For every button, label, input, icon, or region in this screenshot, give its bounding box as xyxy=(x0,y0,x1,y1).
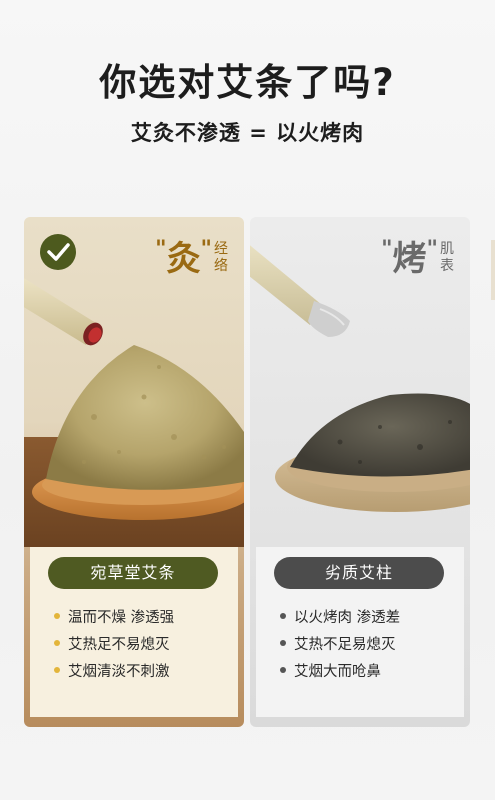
bad-tag-char: 烤 xyxy=(392,239,427,279)
good-info-panel: 宛草堂艾条 温而不燥 渗透强 艾热足不易熄灭 艾烟清淡不刺激 xyxy=(30,547,238,717)
bad-feature-list: 以火烤肉 渗透差 艾热不足易熄灭 艾烟大而呛鼻 xyxy=(280,605,400,686)
moxa-powder-pile xyxy=(46,345,244,490)
good-tag-char: 灸 xyxy=(166,239,201,279)
good-tag-text: 经络 xyxy=(214,241,228,274)
moxa-stick-burning xyxy=(24,278,103,346)
moxa-stick-ash xyxy=(250,245,350,337)
bullet-dot xyxy=(54,640,60,646)
bullet-dot xyxy=(280,640,286,646)
moxa-powder-pile xyxy=(290,393,470,477)
bad-tag-text: 肌表 xyxy=(440,241,454,274)
page-title: 你选对艾条了吗? xyxy=(99,61,396,104)
feature-item: 温而不燥 渗透强 xyxy=(54,605,174,632)
good-tag: " 灸 " 经络 xyxy=(155,237,228,280)
bad-info-panel: 劣质艾柱 以火烤肉 渗透差 艾热不足易熄灭 艾烟大而呛鼻 xyxy=(256,547,464,717)
feature-item: 艾热不足易熄灭 xyxy=(280,632,400,659)
feature-item: 艾烟大而呛鼻 xyxy=(280,659,400,686)
bullet-dot xyxy=(54,667,60,673)
good-product-card: " 灸 " 经络 宛草堂艾条 温而不燥 渗透强 艾热足不易熄灭 艾烟清淡不刺激 xyxy=(24,217,244,727)
bad-product-card: " 烤 " 肌表 劣质艾柱 以火烤肉 渗透差 艾热不足易熄灭 艾烟大而呛鼻 xyxy=(250,217,470,727)
bad-tag: " 烤 " 肌表 xyxy=(381,237,454,280)
page-subtitle: 艾灸不渗透 = 以火烤肉 xyxy=(130,121,365,145)
bullet-dot xyxy=(280,613,286,619)
bullet-dot xyxy=(280,667,286,673)
good-product-label: 宛草堂艾条 xyxy=(48,557,218,589)
bullet-dot xyxy=(54,613,60,619)
edge-decoration xyxy=(491,240,495,300)
comparison-page: 你选对艾条了吗? 艾灸不渗透 = 以火烤肉 " 灸 " 经络 宛草堂艾条 温而不… xyxy=(0,0,495,800)
good-feature-list: 温而不燥 渗透强 艾热足不易熄灭 艾烟清淡不刺激 xyxy=(54,605,174,686)
feature-item: 艾烟清淡不刺激 xyxy=(54,659,174,686)
feature-item: 艾热足不易熄灭 xyxy=(54,632,174,659)
feature-item: 以火烤肉 渗透差 xyxy=(280,605,400,632)
check-icon xyxy=(40,234,76,270)
bad-product-label: 劣质艾柱 xyxy=(274,557,444,589)
